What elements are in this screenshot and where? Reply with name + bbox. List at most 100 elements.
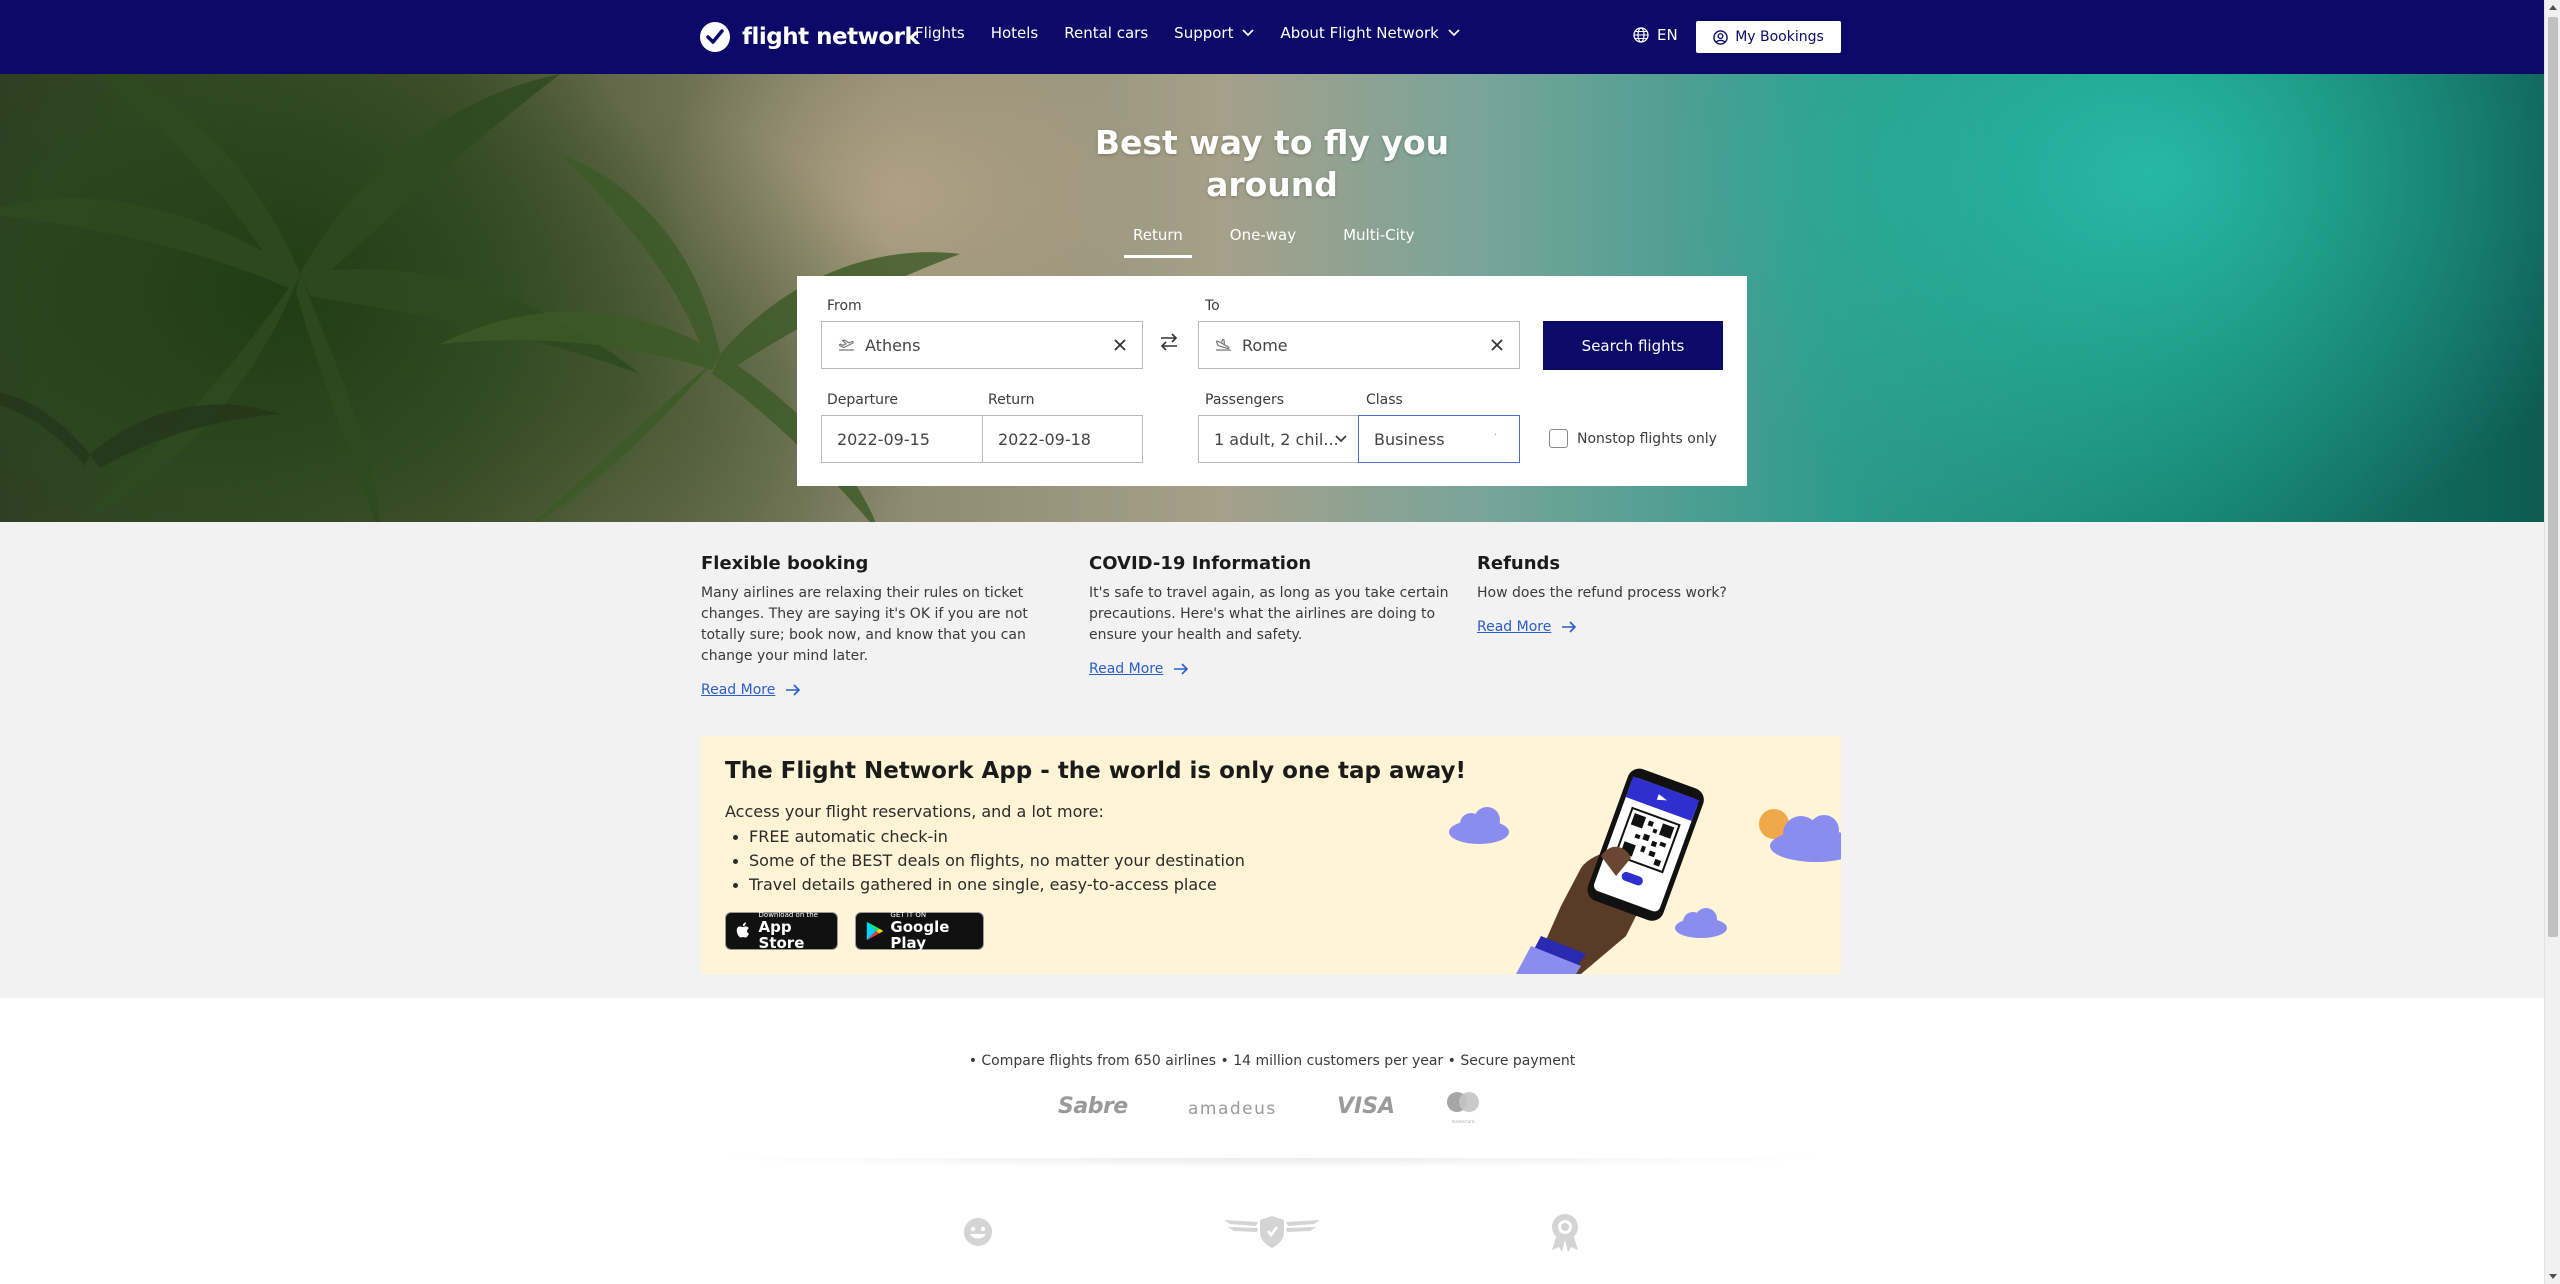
read-more-link[interactable]: Read More [1477, 619, 1857, 635]
swap-direction-icon[interactable] [1159, 333, 1179, 351]
list-item: Travel details gathered in one single, e… [725, 873, 1245, 897]
app-store-big: App Store [758, 918, 805, 952]
page-scrollbar[interactable] [2544, 0, 2560, 1284]
class-value: Business [1374, 429, 1445, 449]
app-store-button[interactable]: Download on the App Store [725, 911, 838, 952]
to-input[interactable]: Rome [1198, 321, 1520, 369]
nav-about-label: About Flight Network [1280, 24, 1439, 42]
tab-one-way[interactable]: One-way [1221, 226, 1305, 258]
language-label: EN [1657, 26, 1678, 44]
trust-highlights: • Compare flights from 650 airlines • 14… [968, 1053, 1576, 1069]
plane-landing-icon [1215, 338, 1232, 352]
info-flexible-booking: Flexible booking Many airlines are relax… [701, 553, 1081, 698]
departure-label: Departure [827, 392, 899, 408]
scroll-thumb[interactable] [2548, 17, 2558, 937]
class-label: Class [1366, 392, 1403, 408]
arrow-right-icon [1562, 621, 1577, 633]
nav-rental-cars-label: Rental cars [1064, 24, 1149, 42]
user-circle-icon [1713, 29, 1728, 45]
top-navbar: flight network Flights Hotels Rental car… [0, 0, 2544, 74]
info-refunds: Refunds How does the refund process work… [1477, 553, 1857, 635]
from-label: From [827, 298, 862, 314]
select-indicator-icon: · [1493, 430, 1497, 441]
from-input[interactable]: Athens [821, 321, 1143, 369]
nav-hotels[interactable]: Hotels [991, 24, 1039, 42]
clear-to-icon[interactable] [1489, 337, 1505, 353]
tab-return[interactable]: Return [1124, 226, 1192, 258]
scroll-up-arrow-icon[interactable] [2549, 5, 2557, 10]
chevron-down-icon [1448, 29, 1460, 37]
google-play-button[interactable]: GET IT ON Google Play [855, 911, 984, 952]
mastercard-logo: mastercard [1443, 1090, 1483, 1124]
read-more-link[interactable]: Read More [701, 682, 1081, 698]
info-title: COVID-19 Information [1089, 553, 1312, 574]
brand-logo[interactable]: flight network [700, 22, 920, 52]
mastercard-wordmark: mastercard [1451, 1119, 1475, 1124]
read-more-label: Read More [1477, 619, 1552, 635]
smiley-icon [964, 1218, 992, 1246]
passengers-select[interactable]: 1 adult, 2 chil... [1198, 415, 1360, 463]
chevron-down-icon [1242, 29, 1255, 37]
tab-multi-city[interactable]: Multi-City [1334, 226, 1423, 258]
info-body: How does the refund process work? [1477, 585, 1727, 601]
amadeus-logo: amadeus [1188, 1099, 1277, 1119]
nav-flights[interactable]: Flights [915, 24, 965, 42]
nonstop-label: Nonstop flights only [1577, 430, 1717, 447]
list-item: Some of the BEST deals on flights, no ma… [725, 849, 1245, 873]
main-nav: Flights Hotels Rental cars Support About… [915, 24, 1486, 42]
language-selector[interactable]: EN [1633, 26, 1678, 44]
info-title: Flexible booking [701, 553, 869, 574]
return-label: Return [988, 392, 1035, 408]
plane-takeoff-icon [838, 338, 855, 352]
flight-search-panel: From Athens To Rome Search flights Depar… [797, 276, 1747, 486]
search-flights-button[interactable]: Search flights [1543, 321, 1723, 370]
arrow-right-icon [1174, 663, 1189, 675]
sabre-logo: Sabre [1058, 1094, 1128, 1119]
google-play-big: Google Play [890, 918, 950, 952]
read-more-link[interactable]: Read More [1089, 661, 1469, 677]
google-play-icon [866, 921, 883, 941]
checkmark-logo-icon [700, 22, 730, 52]
visa-logo: VISA [1337, 1094, 1396, 1119]
nav-hotels-label: Hotels [990, 24, 1039, 42]
arrow-right-icon [786, 684, 801, 696]
info-body: Many airlines are relaxing their rules o… [701, 585, 1028, 664]
clear-from-icon[interactable] [1112, 337, 1128, 353]
nav-support[interactable]: Support [1174, 24, 1255, 42]
nav-rental-cars[interactable]: Rental cars [1064, 24, 1148, 42]
info-covid: COVID-19 Information It's safe to travel… [1089, 553, 1469, 677]
app-promo-title: The Flight Network App - the world is on… [725, 758, 1467, 784]
my-bookings-button[interactable]: My Bookings [1696, 21, 1841, 53]
chevron-down-icon [1335, 435, 1347, 443]
departure-date-input[interactable]: 2022-09-15 [821, 415, 983, 463]
class-select[interactable]: Business · [1358, 415, 1520, 463]
return-value: 2022-09-18 [998, 429, 1091, 449]
nav-about[interactable]: About Flight Network [1280, 24, 1460, 42]
mastercard-circles-icon [1447, 1092, 1479, 1112]
read-more-label: Read More [1089, 661, 1164, 677]
from-value: Athens [865, 335, 921, 355]
return-date-input[interactable]: 2022-09-18 [982, 415, 1143, 463]
departure-value: 2022-09-15 [837, 429, 930, 449]
trip-type-tabs: Return One-way Multi-City [1124, 226, 1453, 258]
nonstop-checkbox[interactable] [1549, 429, 1568, 448]
to-value: Rome [1242, 335, 1288, 355]
winged-shield-icon [1224, 1216, 1320, 1248]
passengers-value: 1 adult, 2 chil... [1214, 429, 1339, 449]
nonstop-option[interactable]: Nonstop flights only [1549, 429, 1717, 448]
app-promo-banner: The Flight Network App - the world is on… [701, 736, 1841, 974]
section-divider [700, 1158, 1840, 1168]
my-bookings-label: My Bookings [1735, 29, 1824, 45]
scroll-down-arrow-icon[interactable] [2549, 1274, 2557, 1279]
app-feature-list: FREE automatic check-in Some of the BEST… [725, 825, 1245, 897]
info-body: It's safe to travel again, as long as yo… [1089, 585, 1449, 643]
nav-flights-label: Flights [915, 24, 965, 42]
app-promo-intro: Access your flight reservations, and a l… [725, 802, 1104, 821]
award-badge-icon [1552, 1214, 1578, 1252]
list-item: FREE automatic check-in [725, 825, 1245, 849]
to-label: To [1205, 298, 1220, 314]
apple-icon [736, 922, 750, 938]
passengers-label: Passengers [1205, 392, 1285, 408]
info-title: Refunds [1477, 553, 1561, 574]
brand-name: flight network [742, 24, 920, 50]
